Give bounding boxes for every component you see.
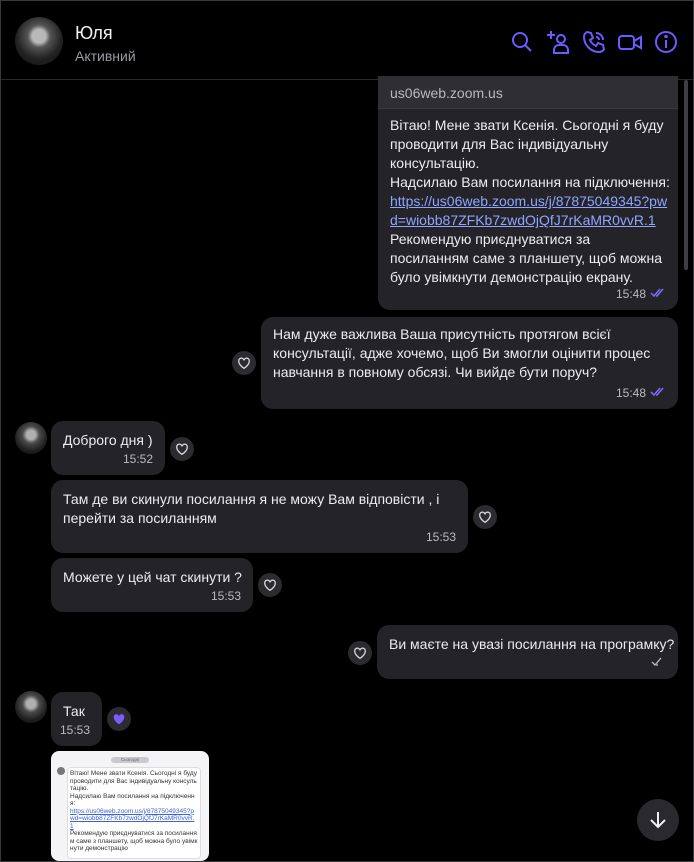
- video-icon[interactable]: [617, 29, 643, 55]
- message-time: 15:53: [210, 589, 241, 603]
- sender-avatar[interactable]: [15, 422, 47, 454]
- message-text: Доброго дня ): [63, 432, 153, 448]
- heart-icon: [264, 579, 276, 592]
- message-time: 15:52: [122, 452, 153, 466]
- incoming-message[interactable]: Доброго дня ) 15:52: [51, 421, 165, 475]
- heart-filled-icon: [113, 714, 125, 725]
- reaction-button[interactable]: [473, 505, 497, 529]
- heart-icon: [238, 357, 250, 370]
- image-attachment[interactable]: Сьогодні Вітаю! Мене звати Ксенія. Сього…: [51, 751, 209, 861]
- read-ticks-icon: [650, 384, 666, 403]
- thumbnail-message: Вітаю! Мене звати Ксенія. Сьогодні я буд…: [67, 767, 201, 859]
- sender-avatar[interactable]: [15, 691, 47, 723]
- message-text: Так: [63, 703, 85, 719]
- link-preview[interactable]: us06web.zoom.us: [378, 76, 678, 109]
- outgoing-message[interactable]: us06web.zoom.us Вітаю! Мене звати Ксенія…: [378, 76, 678, 310]
- contact-avatar[interactable]: [15, 17, 63, 65]
- chat-header: Юля Активний: [1, 1, 693, 80]
- incoming-message[interactable]: Там де ви скинули посилання я не можу Ва…: [51, 480, 468, 553]
- chat-window: Юля Активний us06web.zoom.us Вітаю! Мене…: [0, 0, 694, 862]
- heart-icon: [479, 511, 491, 524]
- arrow-down-icon: [650, 812, 666, 829]
- message-text: Ви маєте на увазі посилання на програмку…: [389, 636, 675, 652]
- heart-icon: [354, 647, 366, 660]
- outgoing-message[interactable]: Нам дуже важлива Ваша присутність протяг…: [261, 317, 678, 409]
- message-time: 15:48: [616, 285, 666, 304]
- incoming-message[interactable]: Можете у цей чат скинути ? 15:53: [51, 558, 253, 612]
- add-participant-icon[interactable]: [545, 29, 571, 55]
- outgoing-message[interactable]: Ви маєте на увазі посилання на програмку…: [377, 625, 678, 679]
- message-time: 15:53: [425, 530, 456, 544]
- read-ticks-icon: [650, 285, 666, 304]
- message-list[interactable]: us06web.zoom.us Вітаю! Мене звати Ксенія…: [1, 76, 693, 861]
- message-time: 15:48: [616, 384, 666, 403]
- reaction-button[interactable]: [258, 573, 282, 597]
- message-text: Там де ви скинули посилання я не можу Ва…: [63, 491, 440, 526]
- message-text: Вітаю! Мене звати Ксенія. Сьогодні я буд…: [390, 117, 664, 171]
- info-icon[interactable]: [653, 29, 679, 55]
- contact-name[interactable]: Юля: [75, 23, 113, 44]
- message-text: Рекомендую приєднуватися за посиланням с…: [390, 231, 663, 285]
- reaction-button[interactable]: [170, 437, 194, 461]
- reaction-button[interactable]: [232, 351, 256, 375]
- message-link[interactable]: https://us06web.zoom.us/j/87875049345?pw…: [390, 192, 670, 230]
- thumbnail-date-tag: Сьогодні: [111, 757, 149, 763]
- thumbnail-avatar: [57, 767, 65, 775]
- phone-icon[interactable]: [581, 29, 607, 55]
- message-time: 15:53: [59, 723, 90, 737]
- scrollbar[interactable]: [684, 80, 688, 270]
- reaction-button[interactable]: [348, 641, 372, 665]
- message-text: Можете у цей чат скинути ?: [63, 569, 242, 585]
- link-preview-domain: us06web.zoom.us: [390, 85, 503, 101]
- search-icon[interactable]: [509, 29, 535, 55]
- scroll-to-bottom-button[interactable]: [637, 799, 679, 841]
- reaction-heart[interactable]: [107, 707, 131, 731]
- incoming-message[interactable]: Так 15:53: [51, 692, 102, 746]
- message-text: Надсилаю Вам посилання на підключення:: [390, 174, 670, 190]
- contact-status: Активний: [75, 48, 136, 64]
- pending-icon: [650, 652, 666, 671]
- heart-icon: [176, 443, 188, 456]
- message-text: Нам дуже важлива Ваша присутність протяг…: [273, 326, 651, 380]
